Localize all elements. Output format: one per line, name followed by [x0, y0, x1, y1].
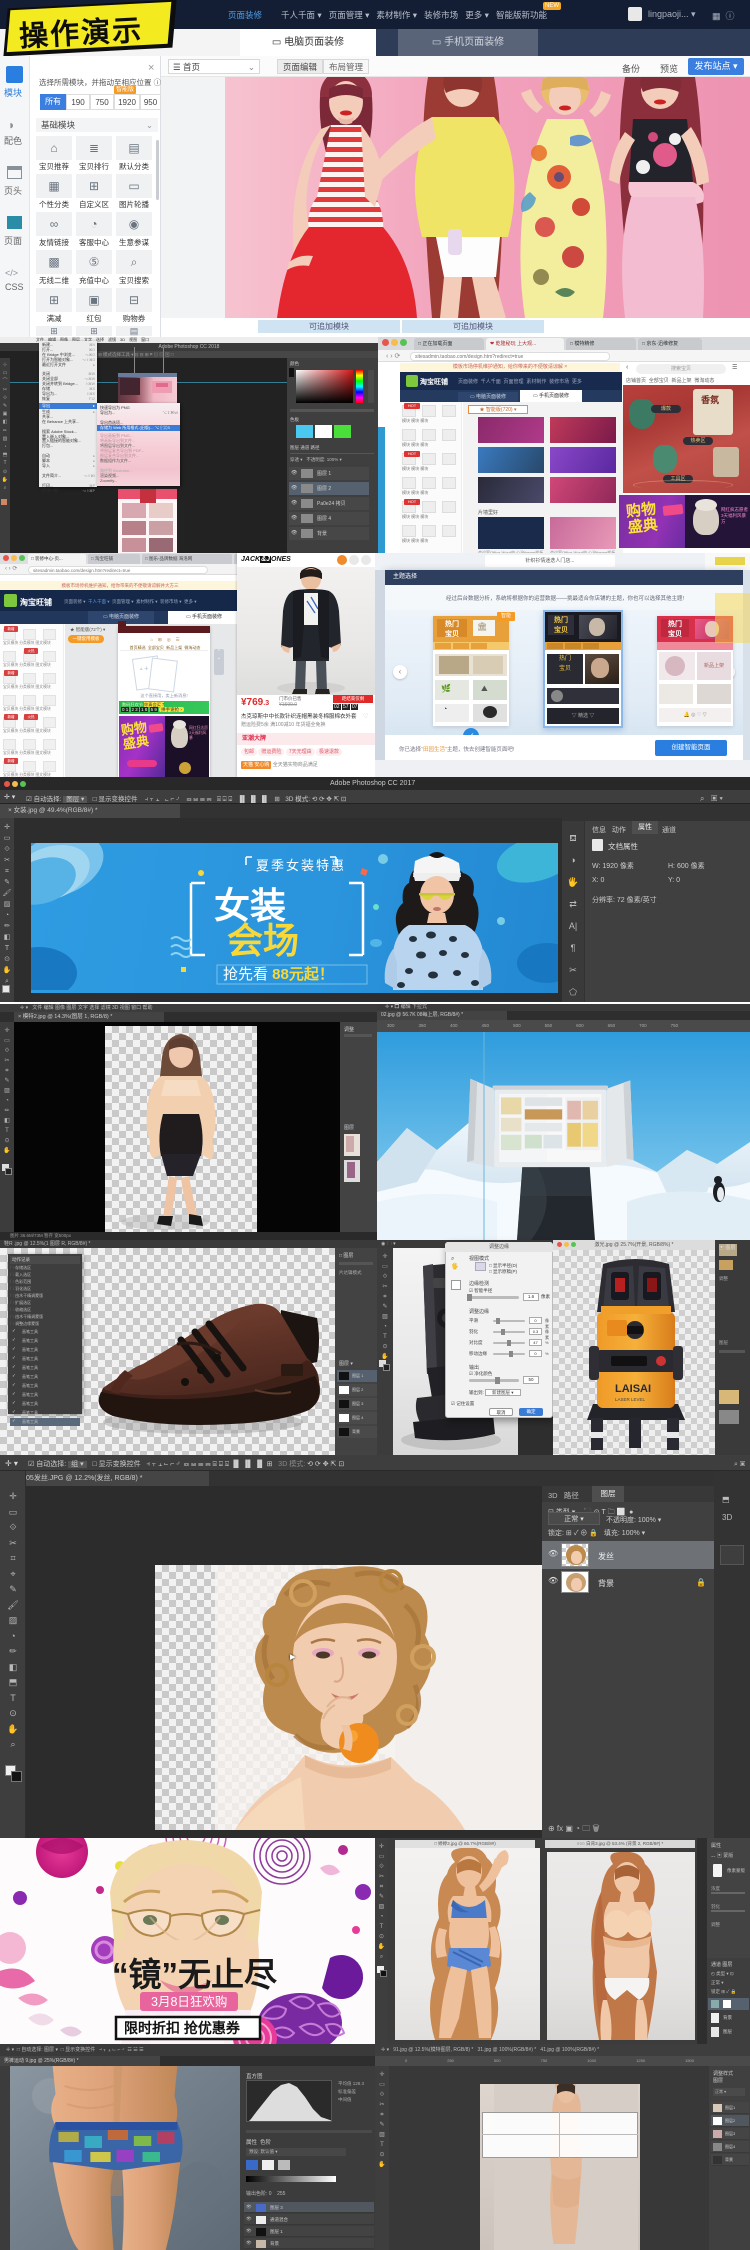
svg-text:“镜”无止尽: “镜”无止尽 — [112, 1956, 277, 1993]
svg-text:限时折扣 抢优惠券: 限时折扣 抢优惠券 — [124, 2020, 241, 2036]
svg-text:3月8日狂欢购: 3月8日狂欢购 — [151, 1994, 227, 2009]
svg-text:抢先看 88元起！: 抢先看 88元起！ — [223, 965, 334, 983]
svg-text:LASER LEVEL: LASER LEVEL — [615, 1397, 646, 1402]
svg-text:LAISAI: LAISAI — [615, 1383, 651, 1395]
svg-text:夏季女装特惠: 夏季女装特惠 — [256, 858, 346, 873]
svg-text:会场: 会场 — [227, 920, 299, 961]
